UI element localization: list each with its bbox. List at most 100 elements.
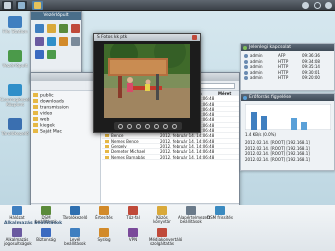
user-icon: [302, 2, 309, 9]
app-icon: [186, 206, 196, 215]
fullscreen-icon[interactable]: [172, 123, 177, 129]
folder-tree-item[interactable]: Saját Mac: [33, 129, 98, 135]
folder-tree-label: public: [40, 93, 54, 99]
menu-item-icon[interactable]: [59, 24, 68, 33]
app-tile[interactable]: Hálózat: [4, 206, 30, 220]
app-label: Tárolókezelő: [62, 215, 88, 220]
menu-item-icon[interactable]: [35, 24, 44, 33]
playground-photo: [104, 44, 190, 118]
app-label: Alkalmazás jogosultságok: [4, 237, 32, 247]
photo-viewer-title[interactable]: S Fotos kk ptk: [94, 34, 200, 41]
folder-icon: [8, 16, 22, 28]
menu-item-icon[interactable]: [35, 37, 44, 46]
log-row: 2012.02.14. [ROOT] [192.168.1]: [245, 156, 310, 162]
app-tile[interactable]: Médiakonvertáló szolgáltatás: [149, 228, 182, 247]
folder-icon: [33, 93, 38, 97]
app-tile[interactable]: Levél beállítások: [62, 228, 88, 247]
rotate-left-icon[interactable]: [118, 123, 123, 129]
menu-item-icon[interactable]: [47, 24, 56, 33]
folder-icon: [33, 111, 38, 115]
file-date: 2012. február 14. 14:06:48: [160, 154, 215, 160]
menu-item-icon[interactable]: [71, 24, 80, 33]
folder-tree-label: kiegek: [40, 123, 55, 129]
control-panel-app-bar: Hálózat DSM beállítások Tárolókezelő Értesí…: [0, 205, 335, 251]
desktop-icon: [4, 2, 11, 9]
app-tile[interactable]: Syslog: [91, 228, 117, 242]
app-tile[interactable]: Tárolókezelő: [62, 206, 88, 220]
system-log-list: 2012.02.14. [ROOT] [192.168.1] 2012.02.14…: [245, 140, 333, 162]
play-icon[interactable]: [145, 123, 150, 129]
connections-widget-title: Jelenlegi kapcsolat: [241, 44, 334, 51]
trash-icon[interactable]: [163, 123, 168, 129]
photo-image: [104, 44, 190, 118]
connection-time: 09:20:00: [302, 75, 320, 80]
app-icon: [70, 206, 80, 215]
app-tile[interactable]: Tűz-fal: [120, 206, 146, 220]
user-button[interactable]: [300, 1, 311, 10]
menu-item-icon[interactable]: [71, 37, 80, 46]
table-row[interactable]: Nemes Barnabás 2012. február 14. 14:06:48: [102, 155, 239, 160]
photo-viewer-window: S Fotos kk ptk 1/4: [93, 33, 201, 133]
zoom-in-icon[interactable]: [136, 123, 141, 129]
app-label: Syslog: [97, 237, 111, 242]
folder-icon: [34, 2, 41, 9]
folder-tree: public downloads transmission video web kiege…: [31, 91, 101, 203]
search-button[interactable]: [312, 1, 323, 10]
app-icon: [12, 206, 22, 215]
app-icon: [41, 228, 51, 237]
menu-item-icon[interactable]: [59, 37, 68, 46]
folder-icon: [33, 105, 38, 109]
folder-tree-label: Saját Mac: [40, 129, 62, 135]
app-label: DSM frissítés: [207, 215, 233, 220]
folder-icon: [33, 123, 38, 127]
app-tile[interactable]: DSM frissítés: [207, 206, 233, 220]
desktop-icon-package-center[interactable]: Csomagkezelő Központ: [0, 84, 33, 108]
app-row-system: Hálózat DSM beállítások Tárolókezelő Értesí…: [0, 205, 235, 224]
connection-time: 09:34:08: [302, 58, 320, 64]
zoom-out-icon[interactable]: [127, 123, 132, 129]
folder-tree-label: downloads: [40, 99, 65, 105]
desktop-icon-file-station[interactable]: File Station: [0, 16, 30, 35]
folder-icon: [33, 99, 38, 103]
app-tile[interactable]: Biztonság: [33, 228, 59, 242]
app-icon: [99, 228, 109, 237]
app-icon: [99, 206, 109, 215]
connection-user: admin: [250, 75, 263, 80]
app-icon: [157, 228, 167, 237]
user-icon: [244, 65, 248, 69]
taskbar: [0, 0, 335, 11]
user-icon: [244, 54, 248, 58]
menu-item-icon[interactable]: [47, 37, 56, 46]
app-tile[interactable]: VPN: [120, 228, 146, 242]
storage-icon: [8, 118, 22, 130]
app-tile[interactable]: Értesítés: [91, 206, 117, 220]
app-tile[interactable]: Közös könyvtár: [149, 206, 175, 225]
connection-time: 09:36:36: [302, 53, 320, 58]
grid-icon: [18, 2, 25, 9]
menu-item-icon[interactable]: [35, 50, 44, 59]
options-button[interactable]: [323, 1, 334, 10]
show-desktop-button[interactable]: [2, 1, 13, 10]
gear-icon: [325, 2, 332, 9]
folder-icon: [105, 139, 109, 143]
control-panel-icon: [8, 50, 22, 62]
desktop-icon-control-panel[interactable]: Vezérlőpult: [0, 50, 30, 69]
resource-graph: [245, 104, 331, 130]
rotate-right-icon[interactable]: [154, 123, 159, 129]
main-menu-button[interactable]: [16, 1, 27, 10]
resource-icon: [243, 95, 247, 100]
desktop-icon-storage-manager[interactable]: Tárolókezelő: [0, 118, 30, 137]
connection-protocol: HTTP: [278, 75, 289, 80]
taskbar-app-filestation[interactable]: [32, 1, 43, 10]
file-name-text: Nemes Barnabás: [111, 154, 145, 160]
resource-monitor-widget: Erőforrás figyelése 1.4 KB/s (0.0%) 2012…: [240, 93, 335, 171]
user-icon: [244, 76, 248, 80]
close-icon[interactable]: [192, 35, 197, 40]
app-tile[interactable]: Alkalmazás jogosultságok: [4, 228, 32, 247]
app-label: Alapértelmezett beállítások: [178, 215, 211, 225]
menu-item-icon[interactable]: [47, 50, 56, 59]
connections-icon: [243, 45, 247, 50]
connection-time: 09:35:14: [302, 64, 320, 69]
app-tile[interactable]: Alapértelmezett beállítások: [178, 206, 211, 225]
package-icon: [8, 84, 22, 96]
